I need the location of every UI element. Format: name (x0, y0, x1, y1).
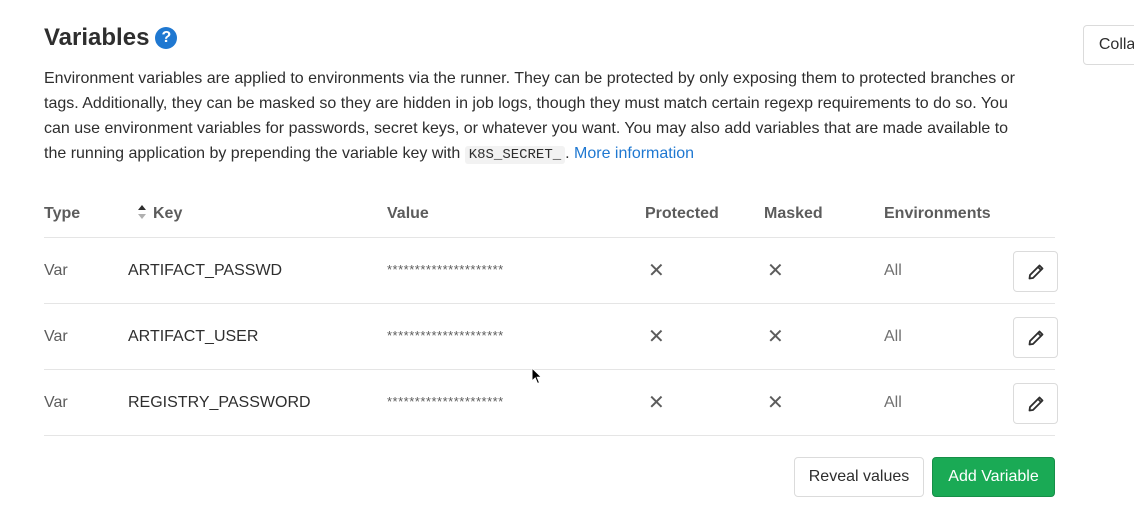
reveal-values-button[interactable]: Reveal values (794, 457, 924, 497)
header-type: Type (44, 205, 81, 222)
description-text-after: . (565, 145, 575, 162)
variables-settings-page: Variables ? Collapse Environment variabl… (0, 0, 1134, 518)
table-row: Var REGISTRY_PASSWORD ******************… (44, 370, 1058, 436)
variable-type: Var (44, 328, 68, 345)
table-row: Var ARTIFACT_USER ********************* … (44, 304, 1058, 370)
table-header: Type Key Value Protected Masked Environm… (44, 190, 1055, 238)
variable-type: Var (44, 262, 68, 279)
k8s-secret-code: K8S_SECRET_ (464, 146, 566, 164)
edit-variable-button[interactable] (1013, 383, 1058, 424)
protected-false-icon: ✕ (648, 392, 665, 414)
variable-key: ARTIFACT_USER (128, 328, 259, 345)
question-circle-icon[interactable]: ? (155, 27, 178, 49)
header-value: Value (387, 205, 429, 222)
section-header: Variables ? (44, 24, 178, 52)
table-row: Var ARTIFACT_PASSWD ********************… (44, 238, 1058, 304)
pencil-icon (1028, 396, 1043, 411)
protected-false-icon: ✕ (648, 260, 665, 282)
variable-value-masked: ********************* (387, 262, 504, 277)
section-title: Variables (44, 24, 150, 51)
pencil-icon (1028, 330, 1043, 345)
header-protected: Protected (645, 205, 719, 222)
masked-false-icon: ✕ (767, 392, 784, 414)
variable-key: REGISTRY_PASSWORD (128, 394, 311, 411)
more-information-link[interactable]: More information (574, 145, 694, 162)
sort-icon[interactable] (137, 204, 147, 220)
variable-type: Var (44, 394, 68, 411)
pencil-icon (1028, 264, 1043, 279)
collapse-button[interactable]: Collapse (1083, 25, 1134, 65)
edit-variable-button[interactable] (1013, 251, 1058, 292)
variable-environments: All (884, 328, 902, 345)
masked-false-icon: ✕ (767, 326, 784, 348)
header-key[interactable]: Key (153, 205, 182, 223)
variable-value-masked: ********************* (387, 394, 504, 409)
section-description: Environment variables are applied to env… (44, 66, 1034, 168)
mouse-cursor-icon (531, 367, 543, 385)
header-environments: Environments (884, 205, 991, 222)
variables-table: Type Key Value Protected Masked Environm… (44, 190, 1058, 436)
variable-key: ARTIFACT_PASSWD (128, 262, 283, 279)
masked-false-icon: ✕ (767, 260, 784, 282)
variable-value-masked: ********************* (387, 328, 504, 343)
variable-environments: All (884, 394, 902, 411)
protected-false-icon: ✕ (648, 326, 665, 348)
header-masked: Masked (764, 205, 823, 222)
variable-environments: All (884, 262, 902, 279)
edit-variable-button[interactable] (1013, 317, 1058, 358)
add-variable-button[interactable]: Add Variable (932, 457, 1055, 497)
